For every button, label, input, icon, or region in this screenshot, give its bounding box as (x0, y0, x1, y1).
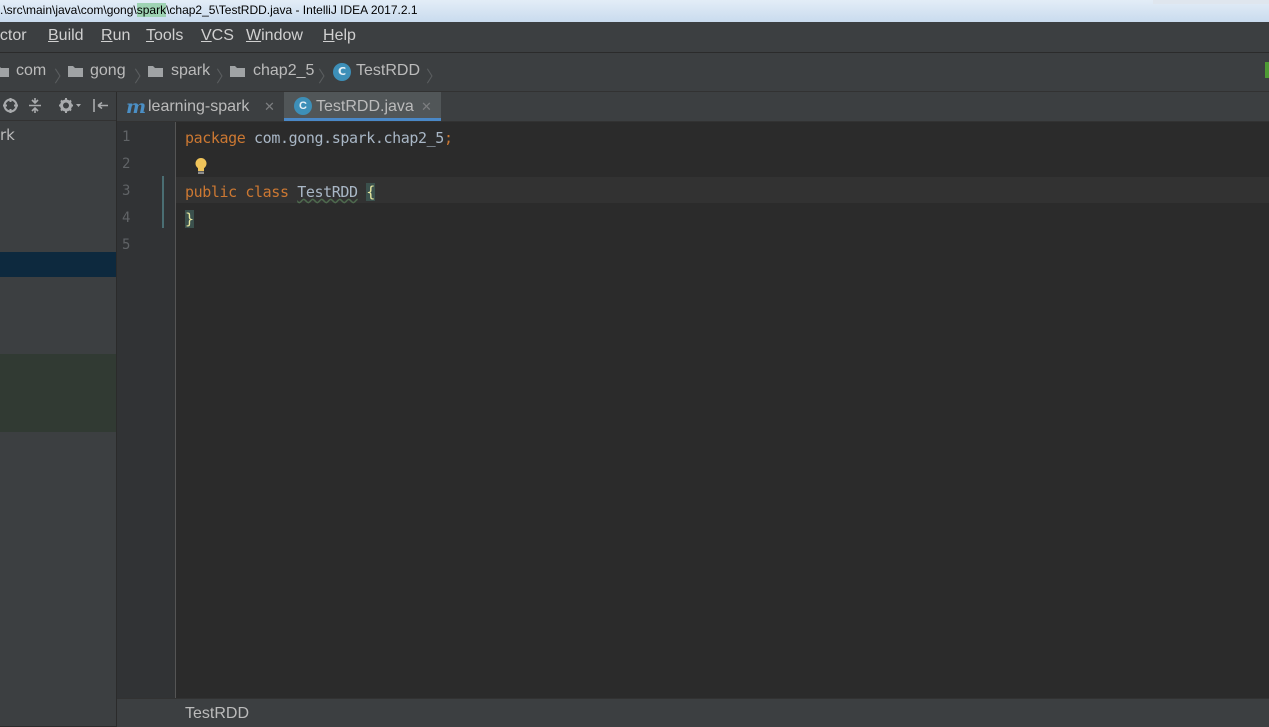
code-line-1[interactable]: package com.gong.spark.chap2_5; (185, 129, 453, 147)
navigation-bar: com 〉 gong 〉 spark 〉 chap2_5 〉 C TestRDD… (0, 53, 1269, 92)
folder-icon (68, 66, 83, 77)
line-number: 1 (122, 129, 131, 145)
code-editor[interactable]: package com.gong.spark.chap2_5; public c… (176, 122, 1269, 698)
window-title: .\src\main\java\com\gong\spark\chap2_5\T… (0, 3, 418, 17)
java-class-icon: C (294, 97, 312, 115)
bottom-breadcrumb-testrdd[interactable]: TestRDD (185, 705, 249, 723)
tree-selected-row[interactable] (0, 252, 116, 277)
breadcrumb-separator: 〉 (54, 67, 71, 86)
breadcrumb-com[interactable]: com (16, 62, 46, 80)
close-icon[interactable]: ✕ (421, 99, 432, 115)
settings-gear-icon[interactable] (58, 97, 82, 114)
breadcrumb-separator: 〉 (216, 67, 233, 86)
folder-icon (230, 66, 245, 77)
folder-icon (148, 66, 163, 77)
tab-label: TestRDD.java (316, 98, 414, 115)
code-line-4[interactable]: } (185, 210, 194, 228)
menu-vcs[interactable]: VCS (201, 27, 234, 45)
title-highlight: spark (136, 3, 167, 17)
code-line-3[interactable]: public class TestRDD { (185, 183, 375, 201)
tab-learning-spark[interactable]: m learning-spark ✕ (117, 92, 284, 121)
editor-gutter[interactable]: 1 2 3 4 5 (117, 122, 176, 698)
editor-tab-bar: m learning-spark ✕ C TestRDD.java ✕ (117, 92, 1269, 122)
fold-indicator[interactable] (162, 176, 164, 228)
menu-refactor[interactable]: actor (0, 27, 27, 45)
menu-build[interactable]: Build (48, 27, 84, 45)
breadcrumb-separator: 〉 (134, 67, 151, 86)
breadcrumb-gong[interactable]: gong (90, 62, 126, 80)
hide-panel-icon[interactable] (91, 97, 109, 114)
line-number: 3 (122, 183, 131, 199)
menu-tools[interactable]: Tools (146, 27, 183, 45)
tab-testrdd-java[interactable]: C TestRDD.java ✕ (284, 92, 441, 121)
java-class-icon: C (333, 63, 351, 81)
project-toolbar (0, 92, 116, 121)
locate-icon[interactable] (2, 97, 19, 114)
close-icon[interactable]: ✕ (264, 99, 275, 115)
breadcrumb-testrdd[interactable]: TestRDD (356, 62, 420, 80)
breadcrumb-spark[interactable]: spark (171, 62, 210, 80)
project-panel: rk (0, 92, 117, 726)
folder-icon (0, 67, 9, 77)
collapse-all-icon[interactable] (27, 97, 43, 114)
breadcrumb-separator: 〉 (318, 67, 335, 86)
title-suffix: \chap2_5\TestRDD.java - IntelliJ IDEA 20… (166, 3, 418, 17)
tab-label: learning-spark (148, 98, 250, 115)
breadcrumb-separator: 〉 (426, 67, 443, 86)
menu-run[interactable]: Run (101, 27, 130, 45)
project-tree-text[interactable]: rk (0, 126, 15, 144)
line-number: 4 (122, 210, 131, 226)
tree-highlighted-rows[interactable] (0, 354, 116, 432)
line-number: 5 (122, 237, 131, 253)
maven-module-icon: m (126, 96, 147, 118)
breadcrumb-chap2-5[interactable]: chap2_5 (253, 62, 314, 80)
editor-breadcrumb-bar: TestRDD (117, 698, 1269, 727)
menu-bar: actor Build Run Tools VCS Window Help (0, 22, 1269, 53)
lightbulb-icon[interactable] (194, 157, 208, 175)
line-number: 2 (122, 156, 131, 172)
title-prefix: .\src\main\java\com\gong\ (0, 3, 137, 17)
run-arrow-icon[interactable] (1265, 62, 1269, 78)
menu-help[interactable]: Help (323, 27, 356, 45)
window-controls-edge (1153, 0, 1269, 4)
menu-window[interactable]: Window (246, 27, 303, 45)
window-title-bar: .\src\main\java\com\gong\spark\chap2_5\T… (0, 0, 1269, 23)
